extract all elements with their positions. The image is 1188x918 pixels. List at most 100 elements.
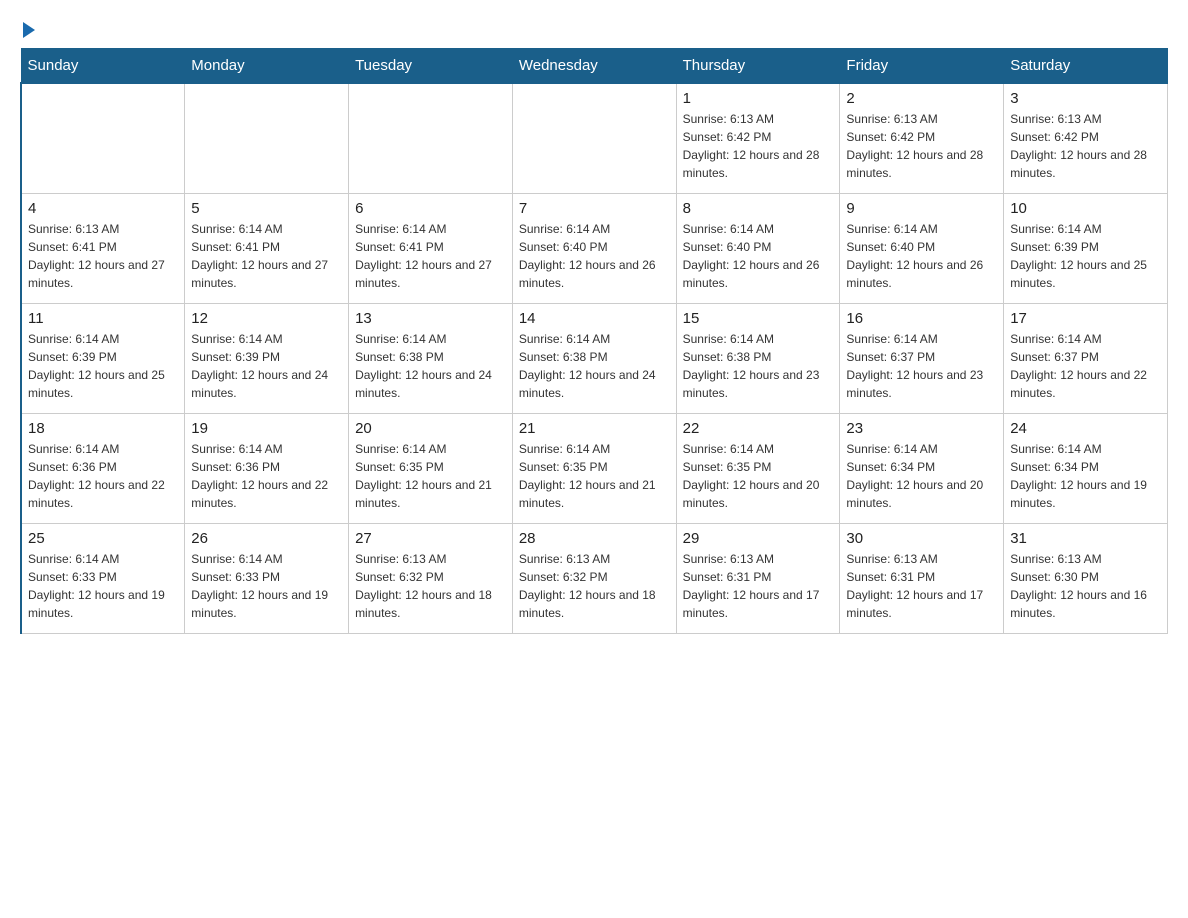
day-info: Sunrise: 6:14 AMSunset: 6:35 PMDaylight:… <box>355 440 506 512</box>
day-number: 14 <box>519 310 670 327</box>
day-number: 3 <box>1010 90 1161 107</box>
day-cell: 5 Sunrise: 6:14 AMSunset: 6:41 PMDaylight… <box>185 193 349 303</box>
day-cell: 30 Sunrise: 6:13 AMSunset: 6:31 PMDayligh… <box>840 523 1004 633</box>
day-number: 20 <box>355 420 506 437</box>
header-monday: Monday <box>185 49 349 84</box>
day-number: 30 <box>846 530 997 547</box>
day-number: 15 <box>683 310 834 327</box>
day-number: 1 <box>683 90 834 107</box>
day-cell: 11Sunrise: 6:14 AMSunset: 6:39 PMDayligh… <box>21 303 185 413</box>
week-row-4: 25 Sunrise: 6:14 AMSunset: 6:33 PMDayligh… <box>21 523 1168 633</box>
day-number: 10 <box>1010 200 1161 217</box>
day-number: 23 <box>846 420 997 437</box>
day-info: Sunrise: 6:14 AMSunset: 6:41 PMDaylight:… <box>355 220 506 292</box>
calendar-header-row: SundayMondayTuesdayWednesdayThursdayFrid… <box>21 49 1168 84</box>
day-info: Sunrise: 6:13 AMSunset: 6:32 PMDaylight:… <box>355 550 506 622</box>
day-info: Sunrise: 6:13 AMSunset: 6:41 PMDaylight:… <box>28 220 178 292</box>
day-number: 21 <box>519 420 670 437</box>
day-cell: 31 Sunrise: 6:13 AMSunset: 6:30 PMDayligh… <box>1004 523 1168 633</box>
day-number: 24 <box>1010 420 1161 437</box>
day-cell: 15 Sunrise: 6:14 AMSunset: 6:38 PMDayligh… <box>676 303 840 413</box>
day-number: 26 <box>191 530 342 547</box>
day-cell: 13Sunrise: 6:14 AMSunset: 6:38 PMDayligh… <box>349 303 513 413</box>
day-number: 22 <box>683 420 834 437</box>
day-cell: 21Sunrise: 6:14 AMSunset: 6:35 PMDayligh… <box>512 413 676 523</box>
day-number: 29 <box>683 530 834 547</box>
day-cell: 10Sunrise: 6:14 AMSunset: 6:39 PMDayligh… <box>1004 193 1168 303</box>
day-cell: 17Sunrise: 6:14 AMSunset: 6:37 PMDayligh… <box>1004 303 1168 413</box>
day-cell: 14 Sunrise: 6:14 AMSunset: 6:38 PMDayligh… <box>512 303 676 413</box>
header-saturday: Saturday <box>1004 49 1168 84</box>
header-sunday: Sunday <box>21 49 185 84</box>
week-row-0: 1 Sunrise: 6:13 AMSunset: 6:42 PMDaylight… <box>21 83 1168 193</box>
day-cell <box>512 83 676 193</box>
day-cell: 29 Sunrise: 6:13 AMSunset: 6:31 PMDayligh… <box>676 523 840 633</box>
day-info: Sunrise: 6:14 AMSunset: 6:38 PMDaylight:… <box>519 330 670 402</box>
day-info: Sunrise: 6:13 AMSunset: 6:31 PMDaylight:… <box>683 550 834 622</box>
day-number: 25 <box>28 530 178 547</box>
header-wednesday: Wednesday <box>512 49 676 84</box>
day-info: Sunrise: 6:14 AMSunset: 6:34 PMDaylight:… <box>846 440 997 512</box>
week-row-3: 18 Sunrise: 6:14 AMSunset: 6:36 PMDayligh… <box>21 413 1168 523</box>
day-number: 6 <box>355 200 506 217</box>
day-number: 27 <box>355 530 506 547</box>
day-info: Sunrise: 6:14 AMSunset: 6:38 PMDaylight:… <box>683 330 834 402</box>
day-cell <box>349 83 513 193</box>
header-tuesday: Tuesday <box>349 49 513 84</box>
day-number: 16 <box>846 310 997 327</box>
day-cell: 16 Sunrise: 6:14 AMSunset: 6:37 PMDayligh… <box>840 303 1004 413</box>
day-cell: 20 Sunrise: 6:14 AMSunset: 6:35 PMDayligh… <box>349 413 513 523</box>
logo <box>20 20 35 38</box>
day-number: 31 <box>1010 530 1161 547</box>
day-info: Sunrise: 6:13 AMSunset: 6:32 PMDaylight:… <box>519 550 670 622</box>
day-cell: 6 Sunrise: 6:14 AMSunset: 6:41 PMDaylight… <box>349 193 513 303</box>
day-cell: 26 Sunrise: 6:14 AMSunset: 6:33 PMDayligh… <box>185 523 349 633</box>
day-cell: 8 Sunrise: 6:14 AMSunset: 6:40 PMDaylight… <box>676 193 840 303</box>
day-number: 5 <box>191 200 342 217</box>
calendar-table: SundayMondayTuesdayWednesdayThursdayFrid… <box>20 48 1168 634</box>
page-header <box>20 20 1168 38</box>
day-number: 4 <box>28 200 178 217</box>
day-cell: 27 Sunrise: 6:13 AMSunset: 6:32 PMDayligh… <box>349 523 513 633</box>
day-info: Sunrise: 6:13 AMSunset: 6:30 PMDaylight:… <box>1010 550 1161 622</box>
day-cell <box>185 83 349 193</box>
day-number: 11 <box>28 310 178 327</box>
day-number: 9 <box>846 200 997 217</box>
day-cell: 23 Sunrise: 6:14 AMSunset: 6:34 PMDayligh… <box>840 413 1004 523</box>
day-info: Sunrise: 6:14 AMSunset: 6:36 PMDaylight:… <box>28 440 178 512</box>
day-info: Sunrise: 6:14 AMSunset: 6:33 PMDaylight:… <box>28 550 178 622</box>
day-info: Sunrise: 6:14 AMSunset: 6:40 PMDaylight:… <box>683 220 834 292</box>
day-cell: 28Sunrise: 6:13 AMSunset: 6:32 PMDayligh… <box>512 523 676 633</box>
day-number: 18 <box>28 420 178 437</box>
day-info: Sunrise: 6:14 AMSunset: 6:39 PMDaylight:… <box>191 330 342 402</box>
day-number: 7 <box>519 200 670 217</box>
day-info: Sunrise: 6:13 AMSunset: 6:42 PMDaylight:… <box>1010 110 1161 182</box>
day-info: Sunrise: 6:14 AMSunset: 6:40 PMDaylight:… <box>846 220 997 292</box>
day-cell: 19Sunrise: 6:14 AMSunset: 6:36 PMDayligh… <box>185 413 349 523</box>
day-info: Sunrise: 6:13 AMSunset: 6:42 PMDaylight:… <box>683 110 834 182</box>
day-cell: 18 Sunrise: 6:14 AMSunset: 6:36 PMDayligh… <box>21 413 185 523</box>
day-cell: 2Sunrise: 6:13 AMSunset: 6:42 PMDaylight… <box>840 83 1004 193</box>
day-info: Sunrise: 6:14 AMSunset: 6:36 PMDaylight:… <box>191 440 342 512</box>
day-cell: 7Sunrise: 6:14 AMSunset: 6:40 PMDaylight… <box>512 193 676 303</box>
header-thursday: Thursday <box>676 49 840 84</box>
logo-line2 <box>20 20 35 38</box>
day-info: Sunrise: 6:13 AMSunset: 6:42 PMDaylight:… <box>846 110 997 182</box>
day-cell: 3 Sunrise: 6:13 AMSunset: 6:42 PMDaylight… <box>1004 83 1168 193</box>
day-cell: 12Sunrise: 6:14 AMSunset: 6:39 PMDayligh… <box>185 303 349 413</box>
day-info: Sunrise: 6:14 AMSunset: 6:37 PMDaylight:… <box>846 330 997 402</box>
day-cell: 25 Sunrise: 6:14 AMSunset: 6:33 PMDayligh… <box>21 523 185 633</box>
day-cell <box>21 83 185 193</box>
day-info: Sunrise: 6:14 AMSunset: 6:34 PMDaylight:… <box>1010 440 1161 512</box>
day-cell: 1 Sunrise: 6:13 AMSunset: 6:42 PMDaylight… <box>676 83 840 193</box>
day-cell: 9 Sunrise: 6:14 AMSunset: 6:40 PMDaylight… <box>840 193 1004 303</box>
day-cell: 4 Sunrise: 6:13 AMSunset: 6:41 PMDaylight… <box>21 193 185 303</box>
day-info: Sunrise: 6:13 AMSunset: 6:31 PMDaylight:… <box>846 550 997 622</box>
logo-arrow-icon <box>23 22 35 38</box>
day-info: Sunrise: 6:14 AMSunset: 6:38 PMDaylight:… <box>355 330 506 402</box>
week-row-2: 11 Sunrise: 6:14 AMSunset: 6:39 PMDayligh… <box>21 303 1168 413</box>
day-info: Sunrise: 6:14 AMSunset: 6:41 PMDaylight:… <box>191 220 342 292</box>
day-info: Sunrise: 6:14 AMSunset: 6:35 PMDaylight:… <box>683 440 834 512</box>
day-info: Sunrise: 6:14 AMSunset: 6:33 PMDaylight:… <box>191 550 342 622</box>
day-number: 8 <box>683 200 834 217</box>
